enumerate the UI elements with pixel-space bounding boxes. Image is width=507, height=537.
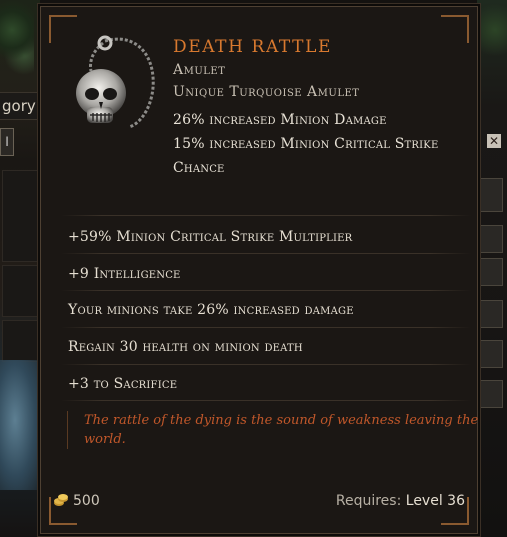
side-slot[interactable]	[479, 380, 503, 408]
close-icon[interactable]: ✕	[487, 134, 501, 148]
item-tooltip: Death Rattle Amulet Unique Turquoise Amu…	[40, 6, 478, 534]
item-rarity-type: Unique Turquoise Amulet	[173, 84, 360, 100]
crystal-item-image	[0, 360, 40, 490]
section-divider	[61, 327, 471, 328]
level-requirement: Requires: Level 36	[336, 493, 465, 509]
frame-corner	[441, 15, 469, 43]
skull-amulet-icon	[76, 35, 155, 129]
side-slot[interactable]	[479, 258, 503, 286]
side-slot[interactable]	[479, 225, 503, 253]
item-base-type: Amulet	[173, 62, 226, 78]
implicit-stat: 15% increased Minion Critical Strike Cha…	[173, 136, 439, 176]
side-slot[interactable]	[479, 340, 503, 368]
gold-coins-icon	[54, 494, 68, 506]
price-value: 500	[73, 493, 100, 509]
inventory-item-slot[interactable]	[2, 320, 38, 362]
filter-field[interactable]: l	[0, 128, 14, 156]
affix-line: +9 Intelligence	[68, 266, 181, 282]
foliage-decoration	[0, 0, 34, 80]
side-slot[interactable]	[479, 300, 503, 328]
section-divider	[61, 400, 471, 401]
section-divider	[61, 290, 471, 291]
side-slot[interactable]	[479, 178, 503, 212]
foliage-decoration-right	[481, 0, 507, 60]
section-divider	[61, 364, 471, 365]
affix-line: +59% Minion Critical Strike Multiplier	[68, 229, 353, 245]
lore-text: The rattle of the dying is the sound of …	[67, 411, 484, 449]
affix-line: Your minions take 26% increased damage	[68, 302, 354, 318]
inventory-item-slot[interactable]	[2, 170, 38, 262]
category-dropdown[interactable]: gory	[0, 92, 42, 120]
section-divider	[61, 253, 471, 254]
requires-level: Level 36	[405, 493, 465, 509]
section-divider	[61, 215, 471, 216]
affix-line: +3 to Sacrifice	[68, 376, 178, 392]
inventory-item-slot[interactable]	[2, 265, 38, 317]
requires-label: Requires:	[335, 493, 402, 509]
affix-line: Regain 30 health on minion death	[68, 339, 303, 355]
vendor-price: 500	[53, 493, 100, 509]
item-name: Death Rattle	[173, 37, 332, 57]
implicit-stat: 26% increased Minion Damage	[173, 112, 387, 128]
